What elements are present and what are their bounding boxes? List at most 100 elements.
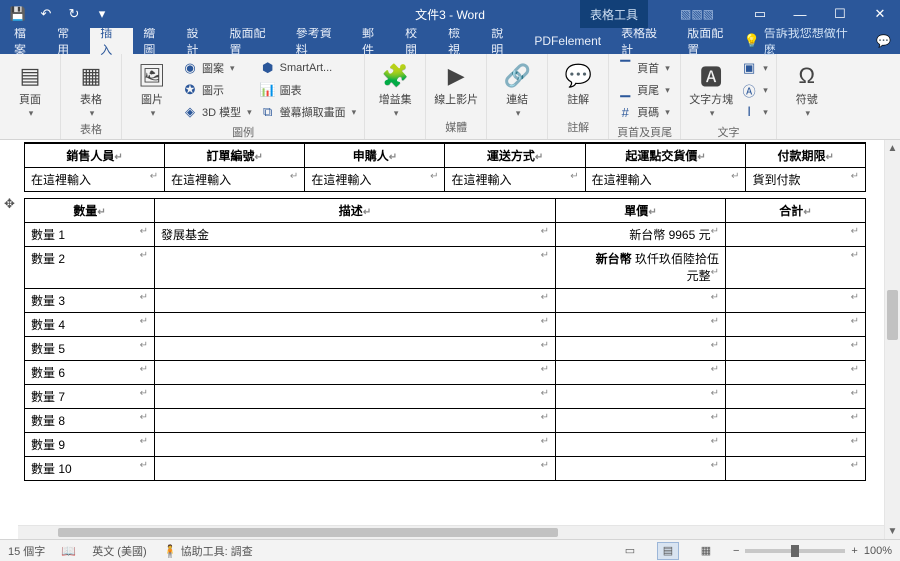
zoom-in-button[interactable]: + xyxy=(851,545,857,557)
zoom-out-button[interactable]: − xyxy=(733,545,739,557)
table-cell[interactable]: 數量 10↵ xyxy=(25,457,155,481)
table-cell[interactable]: 數量 3↵ xyxy=(25,289,155,313)
cell-ship[interactable]: 在這裡輸入↵ xyxy=(445,168,585,192)
table-cell[interactable]: ↵ xyxy=(556,457,726,481)
table-row[interactable]: 數量 10↵↵↵↵ xyxy=(25,457,866,481)
horizontal-scrollbar[interactable] xyxy=(18,525,884,539)
textbox-button[interactable]: 🅰文字方塊▾ xyxy=(689,58,733,119)
print-layout-button[interactable]: ▤ xyxy=(657,542,679,560)
tab-help[interactable]: 說明 xyxy=(481,28,524,54)
cell-due[interactable]: 貨到付款↵ xyxy=(746,168,866,192)
tab-view[interactable]: 檢視 xyxy=(438,28,481,54)
table-cell[interactable]: 數量 6↵ xyxy=(25,361,155,385)
tab-pdfelement[interactable]: PDFelement xyxy=(524,28,611,54)
footer-button[interactable]: ▁頁尾▾ xyxy=(617,80,670,100)
pages-button[interactable]: ▤頁面▾ xyxy=(8,58,52,119)
scroll-down-icon[interactable]: ▼ xyxy=(885,523,900,539)
table-cell[interactable]: ↵ xyxy=(726,223,866,247)
cell-sales[interactable]: 在這裡輸入↵ xyxy=(25,168,165,192)
table-cell[interactable]: 新台幣 9965 元↵ xyxy=(556,223,726,247)
dropcap-button[interactable]: Ⅰ▾ xyxy=(741,102,768,122)
table-cell[interactable]: ↵ xyxy=(155,247,556,289)
scroll-thumb[interactable] xyxy=(887,290,898,340)
table-row[interactable]: 數量 7↵↵↵↵ xyxy=(25,385,866,409)
table-cell[interactable]: 數量 8↵ xyxy=(25,409,155,433)
table-cell[interactable]: ↵ xyxy=(155,289,556,313)
table-row[interactable]: 數量 5↵↵↵↵ xyxy=(25,337,866,361)
table-cell[interactable]: 發展基金↵ xyxy=(155,223,556,247)
table-row[interactable]: 數量 3↵↵↵↵ xyxy=(25,289,866,313)
scroll-up-icon[interactable]: ▲ xyxy=(885,140,900,156)
cell-fob[interactable]: 在這裡輸入↵ xyxy=(585,168,746,192)
tab-draw[interactable]: 繪圖 xyxy=(133,28,176,54)
cell-buyer[interactable]: 在這裡輸入↵ xyxy=(305,168,445,192)
table-cell[interactable]: 數量 9↵ xyxy=(25,433,155,457)
word-count[interactable]: 15 個字 xyxy=(8,543,45,559)
table-cell[interactable]: ↵ xyxy=(155,433,556,457)
items-table[interactable]: 數量↵ 描述↵ 單價↵ 合計↵ 數量 1↵發展基金↵新台幣 9965 元↵↵數量… xyxy=(24,198,866,481)
table-cell[interactable]: ↵ xyxy=(155,457,556,481)
tab-table-design[interactable]: 表格設計 xyxy=(611,28,677,54)
table-cell[interactable]: 數量 5↵ xyxy=(25,337,155,361)
table-cell[interactable]: 數量 2↵ xyxy=(25,247,155,289)
symbols-button[interactable]: Ω符號▾ xyxy=(785,58,829,119)
shapes-button[interactable]: ◉圖案▾ xyxy=(182,58,252,78)
maximize-button[interactable]: ☐ xyxy=(820,0,860,28)
table-cell[interactable]: ↵ xyxy=(556,337,726,361)
table-cell[interactable]: ↵ xyxy=(726,433,866,457)
table-cell[interactable]: ↵ xyxy=(726,289,866,313)
table-cell[interactable]: 數量 4↵ xyxy=(25,313,155,337)
table-cell[interactable]: ↵ xyxy=(556,433,726,457)
table-row[interactable]: 數量 8↵↵↵↵ xyxy=(25,409,866,433)
table-cell[interactable]: ↵ xyxy=(726,385,866,409)
close-button[interactable]: ✕ xyxy=(860,0,900,28)
page[interactable]: 銷售人員↵ 訂單編號↵ 申購人↵ 運送方式↵ 起運點交貨價↵ 付款期限↵ 在這裡… xyxy=(18,140,870,539)
zoom-track[interactable] xyxy=(745,549,845,553)
share-button[interactable]: 💬 xyxy=(867,28,900,54)
comment-button[interactable]: 💬註解 xyxy=(556,58,600,106)
table-move-handle-icon[interactable]: ✥ xyxy=(4,196,15,212)
read-mode-button[interactable]: ▭ xyxy=(619,542,641,560)
table-cell[interactable]: ↵ xyxy=(726,313,866,337)
save-button[interactable]: 💾 xyxy=(6,2,30,26)
table-cell[interactable]: 新台幣 玖仟玖佰陸拾伍元整↵ xyxy=(556,247,726,289)
table-cell[interactable]: ↵ xyxy=(726,457,866,481)
tab-layout[interactable]: 版面配置 xyxy=(220,28,286,54)
zoom-knob[interactable] xyxy=(791,545,799,557)
tell-me[interactable]: 💡告訴我您想做什麼 xyxy=(744,28,868,54)
order-header-table[interactable]: 銷售人員↵ 訂單編號↵ 申購人↵ 運送方式↵ 起運點交貨價↵ 付款期限↵ 在這裡… xyxy=(24,142,866,192)
table-cell[interactable]: ↵ xyxy=(556,313,726,337)
hscroll-thumb[interactable] xyxy=(58,528,558,537)
table-cell[interactable]: ↵ xyxy=(556,361,726,385)
3d-models-button[interactable]: ◈3D 模型▾ xyxy=(182,102,252,122)
online-video-button[interactable]: ▶線上影片 xyxy=(434,58,478,106)
table-cell[interactable]: ↵ xyxy=(726,337,866,361)
table-cell[interactable]: 數量 7↵ xyxy=(25,385,155,409)
web-layout-button[interactable]: ▦ xyxy=(695,542,717,560)
table-cell[interactable]: ↵ xyxy=(155,409,556,433)
table-cell[interactable]: ↵ xyxy=(155,361,556,385)
table-cell[interactable]: ↵ xyxy=(155,385,556,409)
tab-home[interactable]: 常用 xyxy=(47,28,90,54)
tab-file[interactable]: 檔案 xyxy=(4,28,47,54)
tab-mailings[interactable]: 郵件 xyxy=(352,28,395,54)
vertical-scrollbar[interactable]: ▲ ▼ xyxy=(884,140,900,539)
page-number-button[interactable]: #頁碼▾ xyxy=(617,102,670,122)
table-row[interactable]: 數量 4↵↵↵↵ xyxy=(25,313,866,337)
table-cell[interactable]: ↵ xyxy=(155,313,556,337)
table-cell[interactable]: ↵ xyxy=(726,247,866,289)
ribbon-options-button[interactable]: ▭ xyxy=(740,0,780,28)
cell-order[interactable]: 在這裡輸入↵ xyxy=(165,168,305,192)
zoom-level[interactable]: 100% xyxy=(864,545,892,557)
language[interactable]: 英文 (美國) xyxy=(92,543,146,559)
table-cell[interactable]: ↵ xyxy=(556,289,726,313)
table-cell[interactable]: ↵ xyxy=(556,409,726,433)
table-row[interactable]: 數量 6↵↵↵↵ xyxy=(25,361,866,385)
qat-customize-button[interactable]: ▾ xyxy=(90,2,114,26)
accessibility[interactable]: 🧍 協助工具: 調查 xyxy=(163,543,253,559)
icons-button[interactable]: ✪圖示 xyxy=(182,80,252,100)
quick-parts-button[interactable]: ▣▾ xyxy=(741,58,768,78)
tab-table-layout[interactable]: 版面配置 xyxy=(677,28,743,54)
table-cell[interactable]: ↵ xyxy=(155,337,556,361)
tab-insert[interactable]: 插入 xyxy=(90,28,133,54)
